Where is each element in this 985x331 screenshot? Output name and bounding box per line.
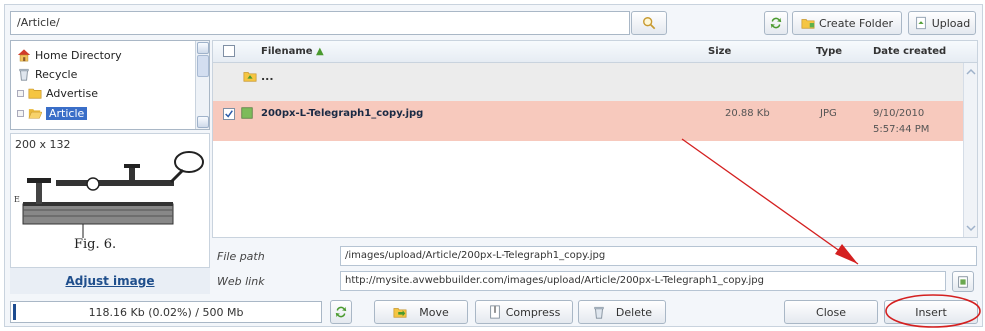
table-header: Filename ▲ Size Type Date created (213, 41, 977, 63)
sort-asc-icon: ▲ (316, 46, 324, 57)
file-type: JPG (820, 108, 837, 119)
file-table: Filename ▲ Size Type Date created ... 20… (212, 40, 978, 238)
column-date[interactable]: Date created (873, 46, 946, 57)
home-icon (17, 49, 31, 62)
image-preview: 200 x 132 E Fig. 6. (10, 133, 210, 268)
compress-icon (489, 305, 500, 319)
folder-tree: Home Directory Recycle Advertise Article (10, 40, 210, 130)
folder-icon (28, 88, 42, 99)
svg-text:E: E (14, 195, 20, 204)
move-icon (393, 308, 407, 318)
table-row[interactable]: 200px-L-Telegraph1_copy.jpg 20.88 Kb JPG… (213, 101, 965, 141)
move-label: Move (419, 305, 449, 319)
new-folder-icon (801, 19, 815, 29)
tree-item-article[interactable]: Article (17, 104, 88, 122)
create-folder-label: Create Folder (818, 16, 894, 30)
search-button[interactable] (631, 11, 667, 35)
refresh-quota-button[interactable] (330, 300, 352, 324)
tree-item-advertise[interactable]: Advertise (17, 84, 98, 102)
tree-scrollbar[interactable] (195, 41, 209, 129)
insert-button[interactable]: Insert (884, 300, 978, 324)
file-path-field[interactable]: /images/upload/Article/200px-L-Telegraph… (340, 246, 977, 266)
scroll-down-icon[interactable] (964, 221, 978, 235)
scroll-down-icon[interactable] (197, 116, 209, 128)
recycle-icon (19, 68, 29, 81)
quota-bar (13, 304, 16, 320)
tree-item-label: Home Directory (35, 48, 122, 62)
refresh-button[interactable] (764, 11, 788, 35)
file-path-label: File path (217, 250, 265, 263)
tree-item-recycle[interactable]: Recycle (17, 65, 77, 83)
compress-button[interactable]: Compress (475, 300, 573, 324)
parent-folder-label: ... (261, 70, 274, 83)
expand-icon[interactable] (17, 109, 24, 117)
scroll-up-icon[interactable] (964, 65, 978, 79)
delete-label: Delete (615, 305, 653, 319)
image-file-icon (241, 107, 253, 119)
trash-icon (594, 306, 604, 319)
web-link-field[interactable]: http://mysite.avwebbuilder.com/images/up… (340, 271, 946, 291)
close-button[interactable]: Close (784, 300, 878, 324)
telegraph-key-image: E (14, 151, 204, 238)
compress-label: Compress (505, 305, 561, 319)
image-caption: Fig. 6. (74, 237, 117, 252)
tree-item-label: Article (46, 106, 88, 120)
upload-icon (915, 16, 926, 30)
file-size: 20.88 Kb (725, 108, 770, 119)
upload-label: Upload (931, 16, 971, 30)
tree-item-home[interactable]: Home Directory (17, 46, 122, 64)
tree-item-label: Advertise (46, 86, 98, 100)
parent-folder-row[interactable]: ... (213, 63, 965, 101)
column-filename[interactable]: Filename ▲ (261, 46, 324, 57)
file-time: 5:57:44 PM (873, 124, 930, 135)
refresh-icon (335, 306, 347, 318)
copy-icon (958, 275, 968, 288)
search-icon (643, 17, 656, 30)
move-button[interactable]: Move (374, 300, 468, 324)
scroll-thumb[interactable] (197, 55, 209, 77)
column-type[interactable]: Type (816, 46, 842, 57)
folder-up-icon (243, 72, 257, 82)
select-all-checkbox[interactable] (223, 45, 235, 57)
expand-icon[interactable] (17, 89, 24, 97)
file-name[interactable]: 200px-L-Telegraph1_copy.jpg (261, 108, 423, 119)
column-size[interactable]: Size (708, 46, 731, 57)
path-input[interactable]: /Article/ (10, 11, 630, 35)
create-folder-button[interactable]: Create Folder (792, 11, 902, 35)
check-icon (225, 110, 233, 118)
folder-open-icon (28, 109, 42, 119)
file-date: 9/10/2010 (873, 108, 925, 119)
tree-item-label: Recycle (35, 67, 78, 81)
adjust-image-link[interactable]: Adjust image (10, 268, 210, 294)
storage-quota: 118.16 Kb (0.02%) / 500 Mb (10, 301, 322, 323)
insert-label: Insert (915, 305, 947, 319)
row-checkbox[interactable] (223, 108, 235, 120)
upload-button[interactable]: Upload (908, 11, 976, 35)
table-scrollbar[interactable] (963, 63, 977, 237)
delete-button[interactable]: Delete (578, 300, 666, 324)
copy-link-button[interactable] (952, 271, 974, 292)
web-link-label: Web link (217, 275, 265, 288)
scroll-up-icon[interactable] (197, 42, 209, 54)
close-label: Close (816, 305, 846, 319)
quota-text: 118.16 Kb (0.02%) / 500 Mb (88, 305, 244, 319)
refresh-icon (770, 17, 782, 29)
